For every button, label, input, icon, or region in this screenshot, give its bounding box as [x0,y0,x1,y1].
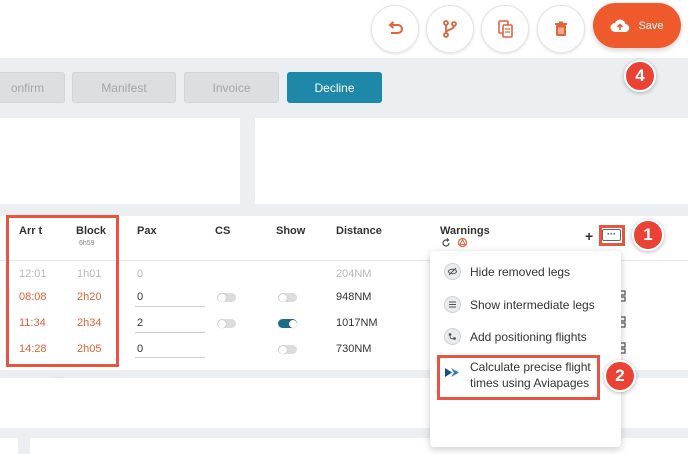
undo-button[interactable] [371,5,419,53]
bottom-panel-left [0,438,18,454]
menu-item-hide-removed[interactable]: Hide removed legs [444,263,570,280]
header-show: Show [276,225,306,237]
menu-item-label: Show intermediate legs [470,297,595,312]
header-pax: Pax [137,225,157,237]
menu-item-show-intermediate[interactable]: Show intermediate legs [444,296,595,313]
info-panel-left [0,118,240,204]
row-3-cs-toggle[interactable] [217,319,236,328]
menu-item-label: Hide removed legs [470,264,571,279]
row-2-distance: 948NM [336,291,372,303]
row-3-pax[interactable]: 2 [137,317,143,329]
menu-item-add-positioning[interactable]: Add positioning flights [444,328,587,345]
trash-icon [555,21,567,36]
row-4-show-toggle[interactable] [278,345,297,354]
plane-route-icon [444,328,461,345]
decline-button[interactable]: Decline [287,72,382,103]
row-2-show-toggle[interactable] [278,293,297,302]
header-distance: Distance [336,225,382,237]
row-1-distance: 204NM [336,268,372,280]
callout-1: 1 [632,219,664,251]
confirm-button[interactable]: onfirm [0,72,65,103]
cloud-upload-icon [610,19,630,33]
copy-icon [498,20,513,38]
callout-4: 4 [624,60,656,92]
refresh-icon[interactable] [441,238,451,248]
branch-icon [443,20,457,38]
warning-settings-icon[interactable] [457,237,468,248]
row-4-pax[interactable]: 0 [137,343,143,355]
save-button[interactable]: Save [593,3,681,48]
highlight-time-columns [6,215,119,367]
info-panel-right [255,118,688,204]
highlight-calculate-item [437,355,600,400]
row-2-cs-toggle[interactable] [217,293,236,302]
top-toolbar: Save [0,0,688,58]
header-cs: CS [215,225,231,237]
row-4-distance: 730NM [336,343,372,355]
row-3-distance: 1017NM [336,317,378,329]
row-1-pax: 0 [137,268,144,280]
manifest-button[interactable]: Manifest [72,72,176,103]
highlight-more-button [599,225,625,246]
row-2-pax[interactable]: 0 [137,291,143,303]
callout-2: 2 [604,360,636,392]
row-2-pax-underline [135,306,205,307]
more-options-menu: Hide removed legs Show intermediate legs… [430,251,621,447]
save-label: Save [638,19,664,32]
add-leg-button[interactable]: + [585,228,593,244]
menu-item-label: Add positioning flights [470,329,587,344]
delete-button[interactable] [537,5,585,53]
row-3-pax-underline [135,332,205,333]
undo-icon [388,21,403,34]
branch-button[interactable] [426,5,474,53]
row-4-pax-underline [135,357,205,358]
copy-button[interactable] [481,5,529,53]
invoice-button[interactable]: Invoice [184,72,279,103]
eye-slash-icon [444,263,461,280]
row-3-show-toggle[interactable] [278,319,297,328]
header-warnings: Warnings [440,225,490,237]
list-icon [444,296,461,313]
